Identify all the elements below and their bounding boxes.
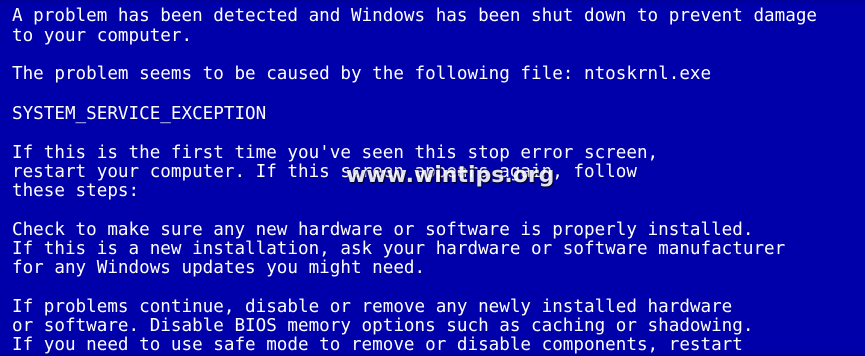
bsod-line: these steps: bbox=[12, 181, 140, 201]
bsod-line: SYSTEM_SERVICE_EXCEPTION bbox=[12, 104, 267, 124]
watermark-text: www.wintips.org bbox=[346, 163, 555, 188]
bsod-line: The problem seems to be caused by the fo… bbox=[12, 64, 712, 84]
bsod-screen: A problem has been detected and Windows … bbox=[0, 0, 865, 356]
bsod-line: for any Windows updates you might need. bbox=[12, 258, 426, 278]
bsod-line: A problem has been detected and Windows … bbox=[12, 6, 818, 26]
bsod-line: If this is a new installation, ask your … bbox=[12, 239, 786, 259]
bsod-line: If you need to use safe mode to remove o… bbox=[12, 335, 743, 355]
bsod-line: If problems continue, disable or remove … bbox=[12, 297, 733, 317]
bsod-line: or software. Disable BIOS memory options… bbox=[12, 316, 754, 336]
bsod-line: If this is the first time you've seen th… bbox=[12, 143, 659, 163]
bsod-line: to your computer. bbox=[12, 26, 193, 46]
bsod-line: Check to make sure any new hardware or s… bbox=[12, 220, 754, 240]
